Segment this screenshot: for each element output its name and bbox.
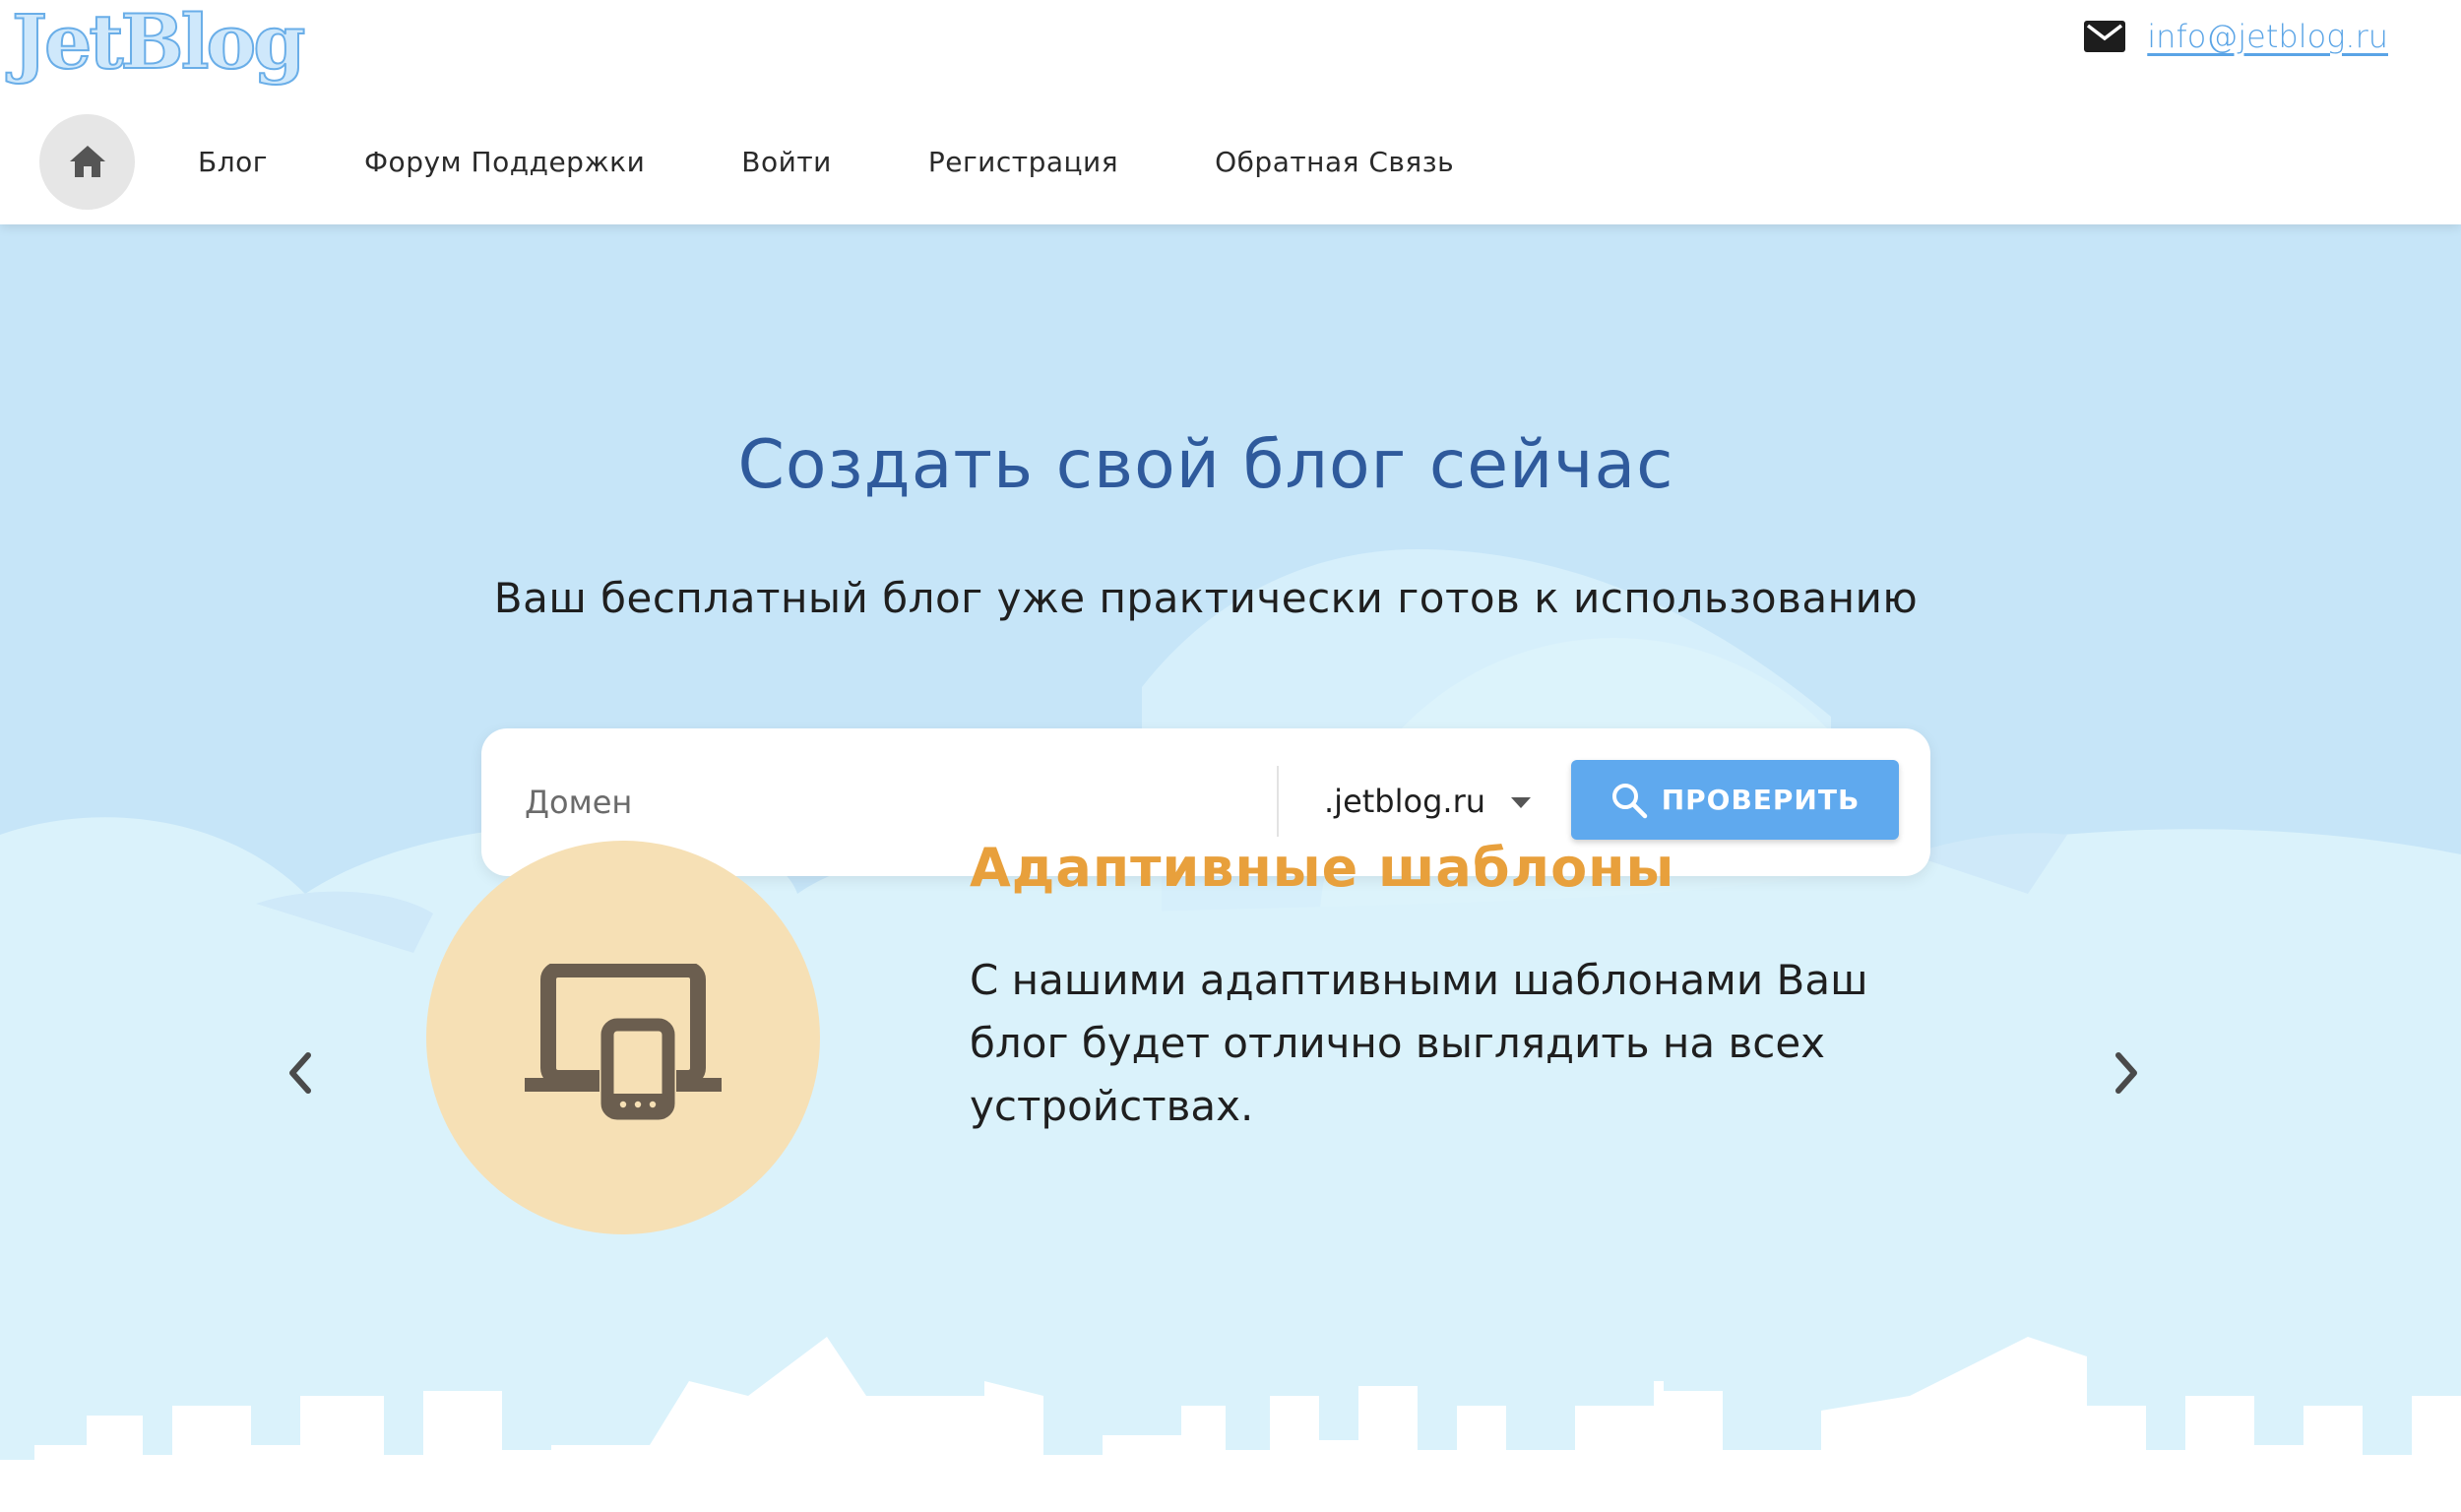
page: JetBlog info@jetblog.ru Блог Форум Подде… — [0, 0, 2461, 1512]
nav-item-login[interactable]: Войти — [741, 146, 832, 178]
logo[interactable]: JetBlog — [11, 0, 306, 86]
home-icon — [69, 146, 105, 177]
feature-icon-circle — [426, 841, 820, 1234]
domain-zone-select[interactable]: .jetblog.ru — [1324, 766, 1531, 837]
mail-icon — [2084, 21, 2126, 52]
nav-item-support-forum[interactable]: Форум Поддержки — [364, 146, 645, 178]
contact-block: info@jetblog.ru — [2084, 18, 2388, 55]
feature-title: Адаптивные шаблоны — [970, 837, 1675, 899]
nav-item-register[interactable]: Регистрация — [928, 146, 1118, 178]
home-button[interactable] — [39, 113, 135, 210]
devices-icon — [525, 964, 722, 1120]
caret-down-icon — [1511, 796, 1531, 808]
nav-item-feedback[interactable]: Обратная Связь — [1215, 146, 1454, 178]
domain-zone-value: .jetblog.ru — [1324, 783, 1485, 820]
check-button-label: ПРОВЕРИТЬ — [1661, 784, 1861, 816]
domain-input[interactable] — [525, 770, 1293, 835]
contact-email-link[interactable]: info@jetblog.ru — [2147, 18, 2388, 55]
main-nav: Блог Форум Поддержки Войти Регистрация О… — [39, 113, 1550, 210]
chevron-left-icon — [289, 1052, 311, 1094]
slider-prev-button[interactable] — [281, 1043, 320, 1102]
hero-subtitle: Ваш бесплатный блог уже практически гото… — [493, 574, 1919, 622]
check-domain-button[interactable]: ПРОВЕРИТЬ — [1571, 760, 1899, 840]
nav-item-blog[interactable]: Блог — [198, 146, 268, 178]
slider-next-button[interactable] — [2107, 1043, 2146, 1102]
search-icon — [1611, 783, 1647, 818]
search-divider — [1277, 766, 1279, 837]
chevron-right-icon — [2115, 1052, 2137, 1094]
site-header: JetBlog info@jetblog.ru Блог Форум Подде… — [0, 0, 2461, 224]
hero-title: Создать свой блог сейчас — [737, 426, 1674, 504]
feature-description: С нашими адаптивными шаблонами Ваш блог … — [970, 956, 1868, 1130]
